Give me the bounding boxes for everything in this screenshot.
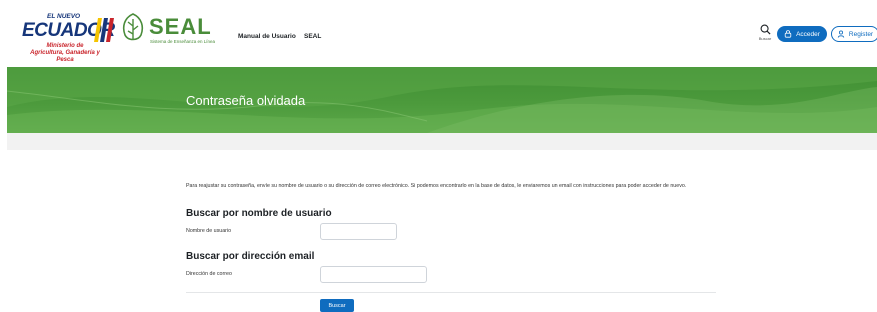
ecuador-stripes-icon xyxy=(94,18,114,42)
banner-shadow-strip xyxy=(7,133,877,150)
username-input[interactable] xyxy=(320,223,397,240)
login-icon xyxy=(784,30,792,38)
page-banner: Contraseña olvidada xyxy=(7,67,877,133)
form-divider xyxy=(186,292,716,293)
email-label: Dirección de correo xyxy=(186,271,232,277)
site-header: EL NUEVO ECUADOR Ministerio de Agricultu… xyxy=(0,0,877,66)
register-label: Register xyxy=(848,30,874,38)
register-button[interactable]: Register xyxy=(831,26,877,42)
acceder-label: Acceder xyxy=(796,30,820,38)
acceder-button[interactable]: Acceder xyxy=(777,26,827,42)
nav-manual-link[interactable]: Manual de Usuario xyxy=(238,33,296,40)
search-by-username-heading: Buscar por nombre de usuario xyxy=(186,208,332,219)
search-button[interactable]: Buscar xyxy=(755,24,775,46)
search-by-email-heading: Buscar por dirección email xyxy=(186,251,315,262)
seal-logo-word: SEAL xyxy=(149,14,212,39)
email-input[interactable] xyxy=(320,266,427,283)
nav-seal-link[interactable]: SEAL xyxy=(304,33,321,40)
ecuador-logo-top-text: EL NUEVO xyxy=(47,13,81,20)
seal-logo-subtitle: Sistema de Enseñanza en Línea xyxy=(150,39,216,44)
username-label: Nombre de usuario xyxy=(186,228,232,234)
instructions-text: Para reajustar su contraseña, envíe su n… xyxy=(186,183,687,189)
banner-waves xyxy=(7,67,877,133)
user-icon xyxy=(837,30,845,38)
ministry-text: Ministerio de Agricultura, Ganadería y P… xyxy=(30,43,100,63)
ecuador-logo[interactable]: EL NUEVO ECUADOR Ministerio de Agricultu… xyxy=(18,10,115,63)
search-label: Buscar xyxy=(758,36,772,41)
buscar-submit-button[interactable]: Buscar xyxy=(320,299,354,312)
seal-logo[interactable]: SEAL Sistema de Enseñanza en Línea xyxy=(120,13,235,47)
page-title: Contraseña olvidada xyxy=(186,93,306,108)
search-icon xyxy=(760,24,771,35)
seal-leaf-icon xyxy=(122,13,144,41)
